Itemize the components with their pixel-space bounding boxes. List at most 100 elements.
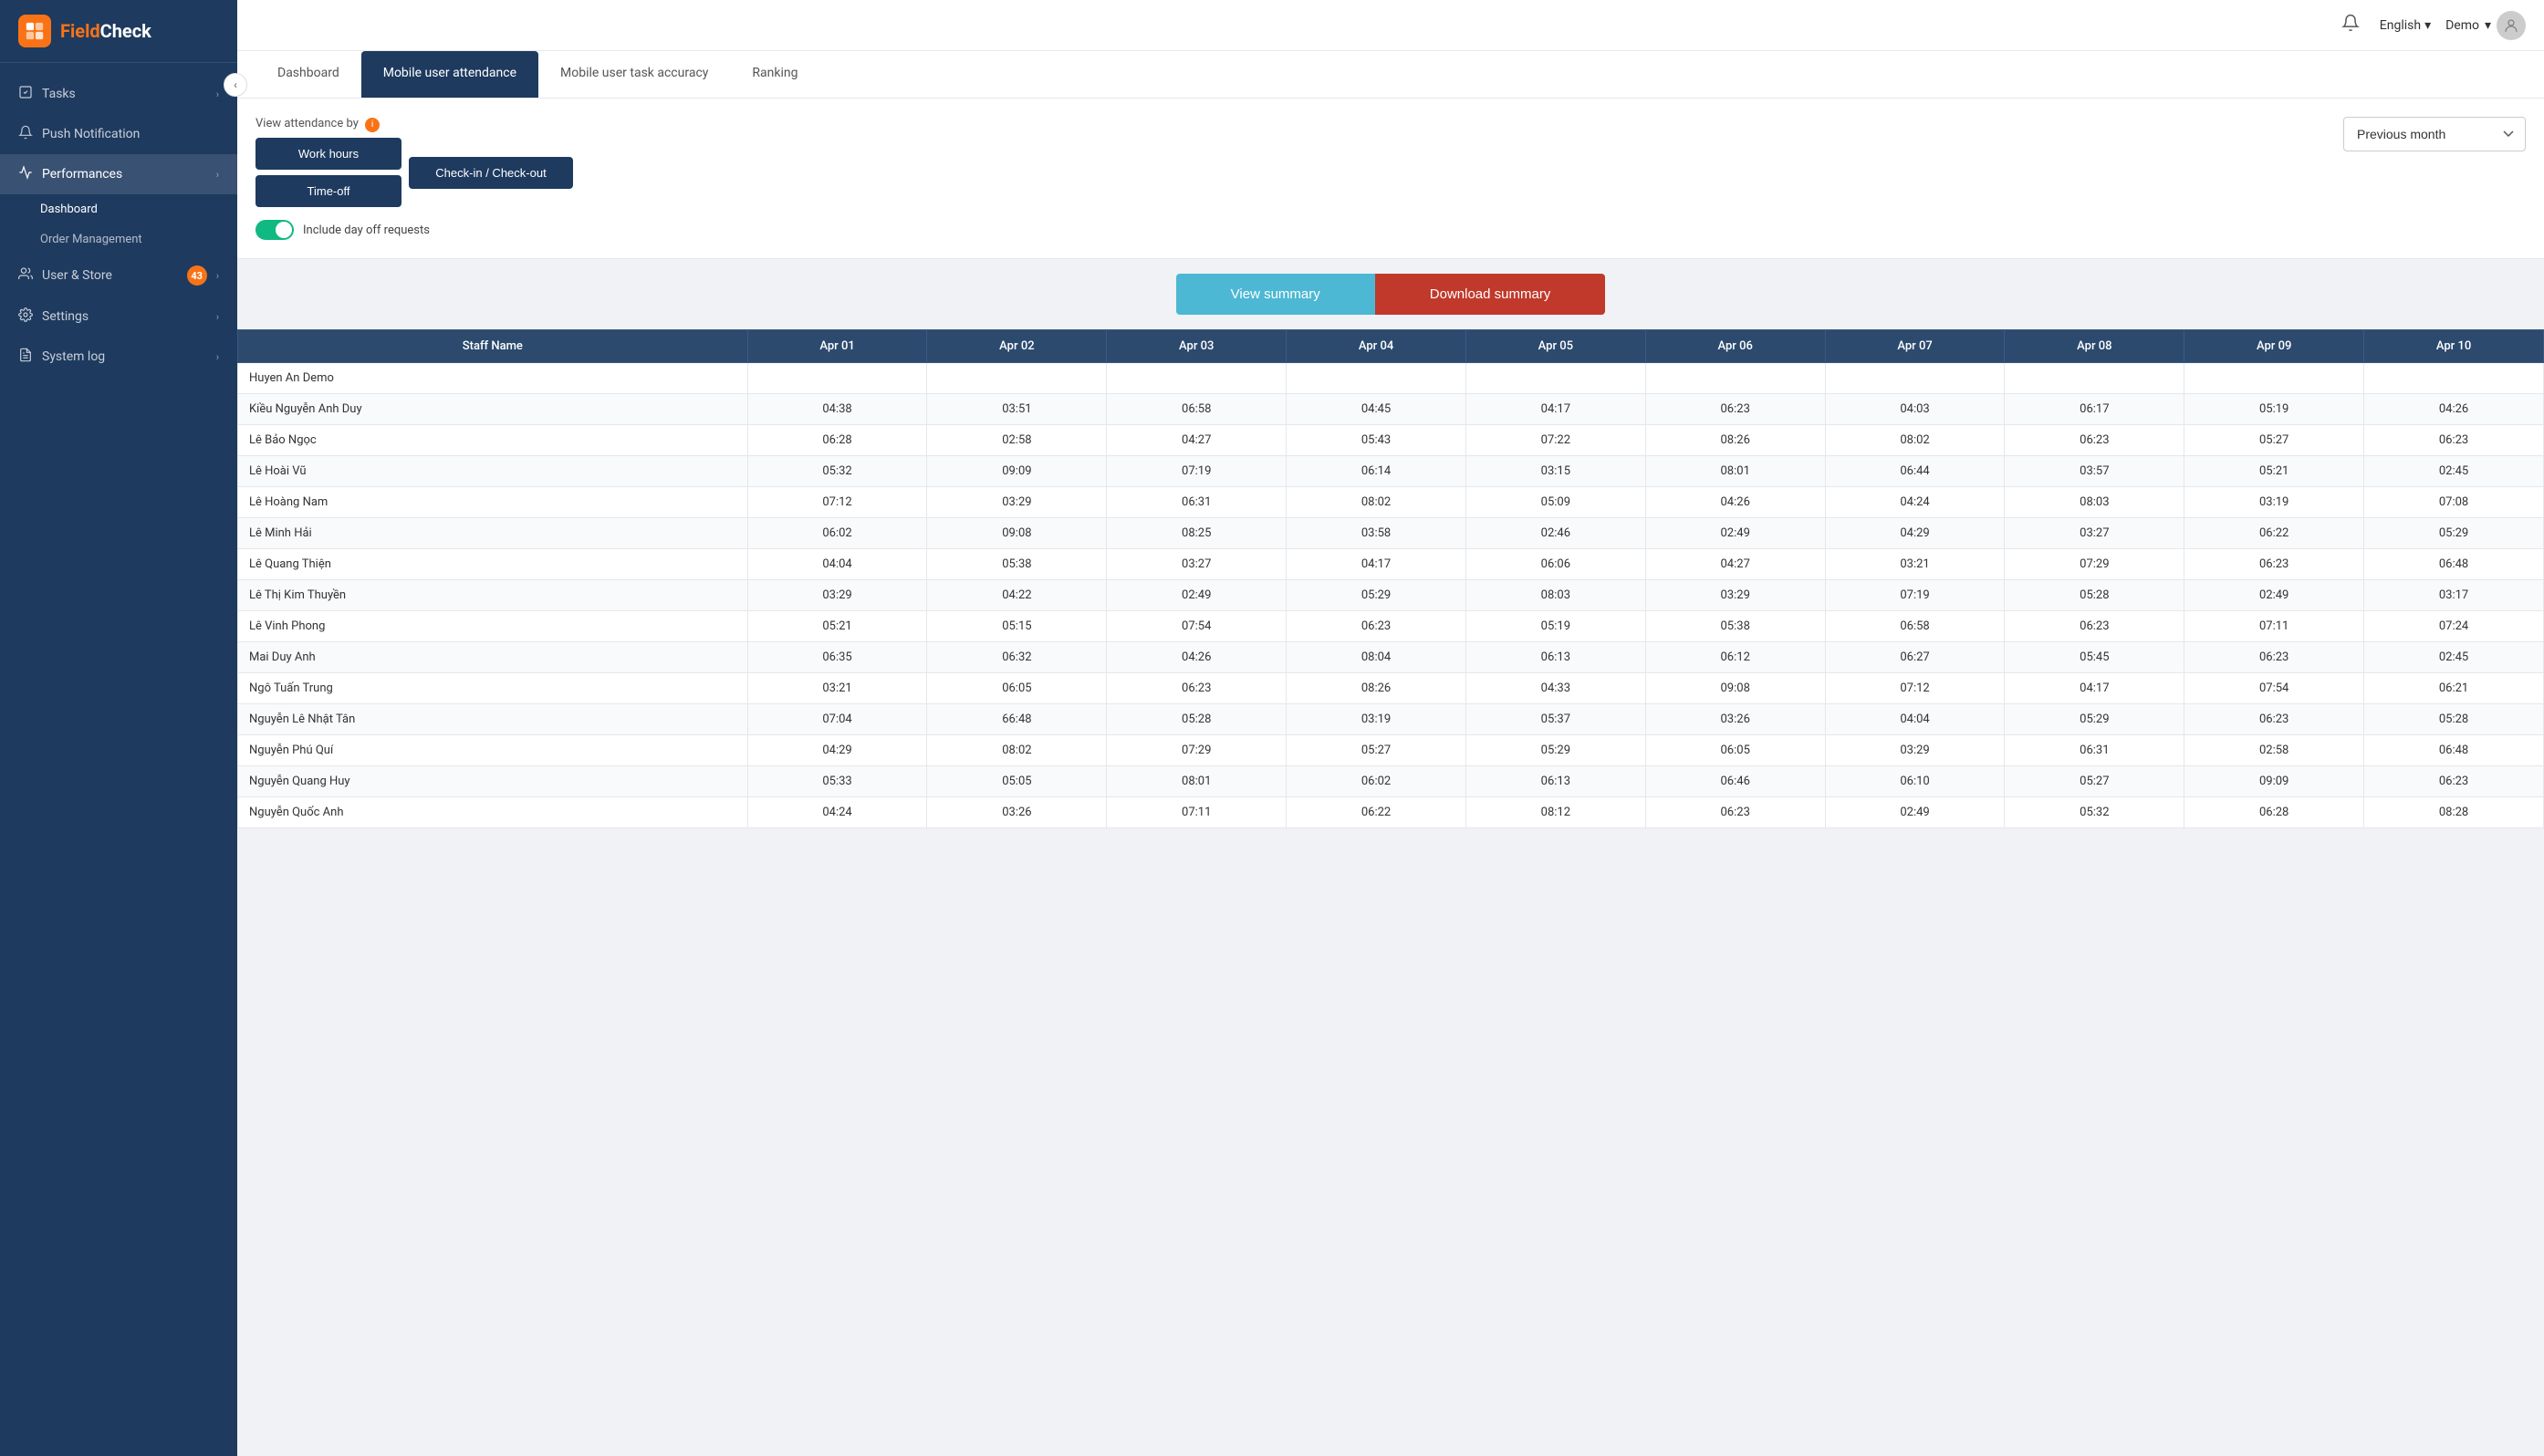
time-cell: 09:08 <box>1645 673 1825 704</box>
time-cell: 08:26 <box>1645 425 1825 456</box>
time-cell: 06:31 <box>1107 487 1287 518</box>
time-cell: 06:10 <box>1825 766 2005 797</box>
time-cell: 05:19 <box>2184 394 2364 425</box>
performances-chevron: › <box>216 169 219 181</box>
time-cell: 04:33 <box>1465 673 1645 704</box>
attendance-table: Staff Name Apr 01 Apr 02 Apr 03 Apr 04 A… <box>237 329 2544 828</box>
col-apr04: Apr 04 <box>1287 330 1466 363</box>
time-cell: 04:24 <box>1825 487 2005 518</box>
time-cell: 03:27 <box>2005 518 2184 549</box>
col-apr07: Apr 07 <box>1825 330 2005 363</box>
time-cell: 05:38 <box>927 549 1107 580</box>
time-cell: 04:17 <box>2005 673 2184 704</box>
time-cell: 06:21 <box>2364 673 2544 704</box>
time-cell: 03:29 <box>1645 580 1825 611</box>
time-cell: 05:29 <box>2005 704 2184 735</box>
sidebar-item-system-log[interactable]: System log › <box>0 337 237 377</box>
tab-ranking[interactable]: Ranking <box>730 51 819 98</box>
time-cell: 07:08 <box>2364 487 2544 518</box>
table-row: Lê Bảo Ngọc06:2802:5804:2705:4307:2208:2… <box>238 425 2544 456</box>
sidebar-sub-item-dashboard[interactable]: Dashboard <box>0 194 237 224</box>
time-cell: 02:46 <box>1465 518 1645 549</box>
period-select[interactable]: Previous month Current month Last 7 days… <box>2343 117 2526 151</box>
time-cell <box>2364 363 2544 394</box>
time-cell: 06:58 <box>1107 394 1287 425</box>
time-cell: 06:23 <box>2364 766 2544 797</box>
time-cell <box>2184 363 2364 394</box>
sidebar-item-tasks-label: Tasks <box>42 87 207 101</box>
sidebar-item-push-notification[interactable]: Push Notification <box>0 114 237 154</box>
time-cell: 06:17 <box>2005 394 2184 425</box>
time-cell: 03:26 <box>927 797 1107 828</box>
table-body: Huyen An DemoKiều Nguyễn Anh Duy04:3803:… <box>238 363 2544 828</box>
view-summary-button[interactable]: View summary <box>1176 274 1375 315</box>
language-selector[interactable]: English ▾ <box>2380 18 2431 33</box>
summary-row: View summary Download summary <box>255 274 2526 315</box>
user-avatar <box>2497 11 2526 40</box>
sidebar-item-tasks[interactable]: Tasks › <box>0 74 237 114</box>
btn-checkin-checkout[interactable]: Check-in / Check-out <box>409 157 573 189</box>
tab-task-accuracy-label: Mobile user task accuracy <box>560 66 708 80</box>
time-cell: 03:19 <box>2184 487 2364 518</box>
col-apr10: Apr 10 <box>2364 330 2544 363</box>
tasks-icon <box>18 85 33 103</box>
time-cell: 04:22 <box>927 580 1107 611</box>
sidebar-item-user-store[interactable]: User & Store 43 › <box>0 255 237 296</box>
sidebar-sub-order-label: Order Management <box>40 233 142 246</box>
time-cell: 06:02 <box>1287 766 1466 797</box>
time-cell: 06:13 <box>1465 642 1645 673</box>
time-cell: 06:44 <box>1825 456 2005 487</box>
btn-time-off[interactable]: Time-off <box>255 175 401 207</box>
info-icon[interactable]: i <box>365 118 380 132</box>
table-row: Lê Quang Thiện04:0405:3803:2704:1706:060… <box>238 549 2544 580</box>
time-cell: 05:27 <box>1287 735 1466 766</box>
staff-name-cell: Lê Quang Thiện <box>238 549 748 580</box>
time-cell: 03:29 <box>1825 735 2005 766</box>
time-cell: 05:15 <box>927 611 1107 642</box>
tab-dashboard-label: Dashboard <box>277 66 339 80</box>
time-cell: 09:09 <box>2184 766 2364 797</box>
day-off-toggle[interactable] <box>255 220 294 240</box>
sidebar-item-settings[interactable]: Settings › <box>0 296 237 337</box>
tab-mobile-user-task-accuracy[interactable]: Mobile user task accuracy <box>538 51 730 98</box>
sidebar-sub-item-order-management[interactable]: Order Management <box>0 224 237 255</box>
top-header: English ▾ Demo ▾ <box>237 0 2544 51</box>
download-summary-button[interactable]: Download summary <box>1375 274 1606 315</box>
time-cell: 08:02 <box>1825 425 2005 456</box>
tab-mobile-user-attendance[interactable]: Mobile user attendance <box>361 51 538 98</box>
tab-mobile-attendance-label: Mobile user attendance <box>383 66 516 80</box>
sidebar-sub-dashboard-label: Dashboard <box>40 203 98 216</box>
time-cell: 04:29 <box>747 735 927 766</box>
time-cell: 04:24 <box>747 797 927 828</box>
notifications-button[interactable] <box>2336 11 2365 40</box>
time-cell: 05:29 <box>2364 518 2544 549</box>
time-cell: 06:23 <box>2005 611 2184 642</box>
user-dropdown-icon: ▾ <box>2485 18 2491 33</box>
col-apr08: Apr 08 <box>2005 330 2184 363</box>
time-cell: 02:58 <box>2184 735 2364 766</box>
time-cell: 04:26 <box>1107 642 1287 673</box>
time-cell: 02:49 <box>1107 580 1287 611</box>
staff-name-cell: Nguyễn Quốc Anh <box>238 797 748 828</box>
btn-work-hours[interactable]: Work hours <box>255 138 401 170</box>
time-cell: 04:04 <box>1825 704 2005 735</box>
time-cell: 05:45 <box>2005 642 2184 673</box>
time-cell: 06:35 <box>747 642 927 673</box>
table-row: Ngô Tuấn Trung03:2106:0506:2308:2604:330… <box>238 673 2544 704</box>
col-staff-name: Staff Name <box>238 330 748 363</box>
content-area: Dashboard Mobile user attendance Mobile … <box>237 51 2544 1456</box>
col-apr05: Apr 05 <box>1465 330 1645 363</box>
time-cell: 04:26 <box>1645 487 1825 518</box>
time-cell: 06:12 <box>1645 642 1825 673</box>
col-apr02: Apr 02 <box>927 330 1107 363</box>
sidebar-item-performances[interactable]: Performances › <box>0 154 237 194</box>
user-menu[interactable]: Demo ▾ <box>2445 11 2526 40</box>
sidebar-collapse-button[interactable]: ‹ <box>224 73 247 97</box>
tab-dashboard[interactable]: Dashboard <box>255 51 361 98</box>
time-cell: 07:29 <box>2005 549 2184 580</box>
time-cell: 04:27 <box>1645 549 1825 580</box>
staff-name-cell: Nguyễn Quang Huy <box>238 766 748 797</box>
time-cell: 06:28 <box>747 425 927 456</box>
period-select-wrapper: Previous month Current month Last 7 days… <box>2343 117 2526 151</box>
staff-name-cell: Lê Hoài Vũ <box>238 456 748 487</box>
